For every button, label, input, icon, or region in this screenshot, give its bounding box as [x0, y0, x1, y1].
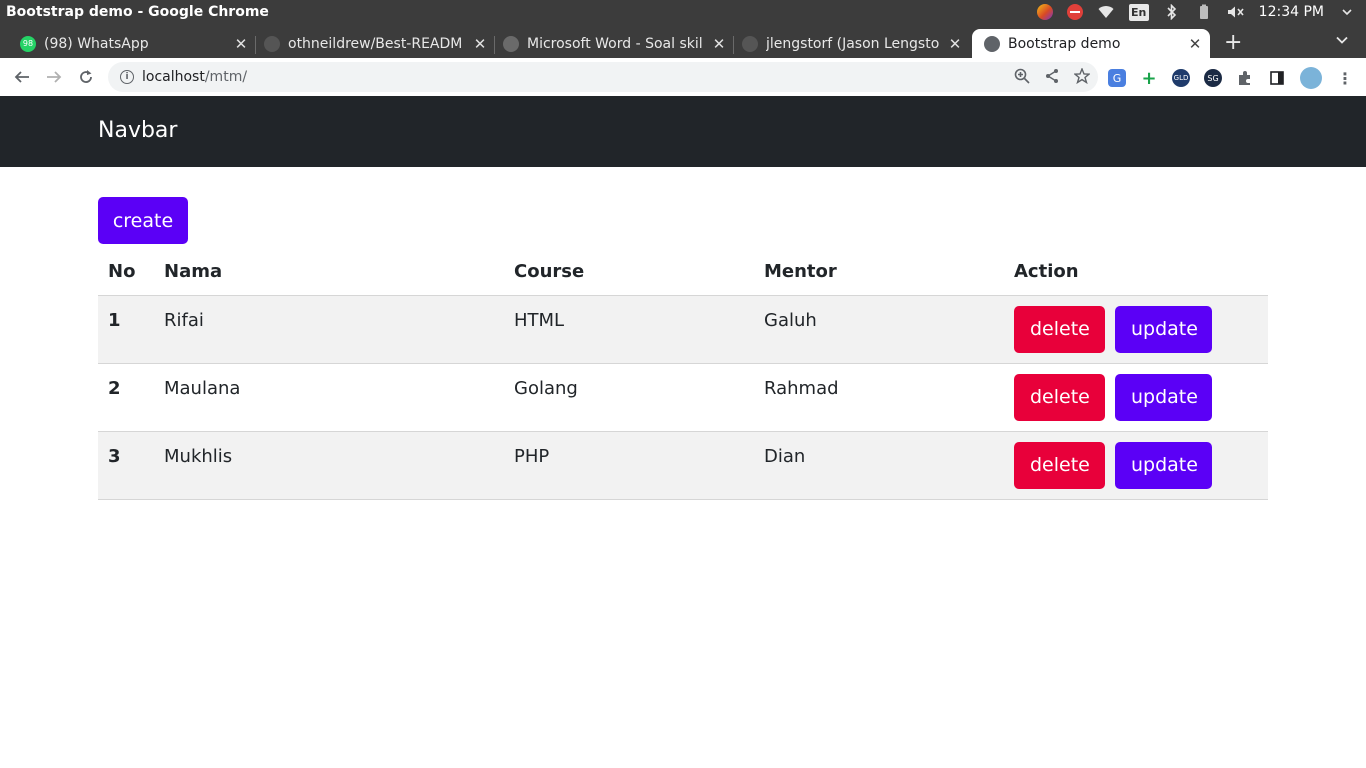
tab-whatsapp[interactable]: 98 (98) WhatsApp ✕: [20, 29, 250, 58]
chrome-menu-icon[interactable]: ⋮: [1336, 69, 1354, 88]
os-top-bar: Bootstrap demo - Google Chrome En 12:34 …: [0, 0, 1366, 24]
page-content: Navbar create No Nama Course Mentor Acti…: [0, 96, 1366, 768]
battery-icon[interactable]: [1195, 4, 1213, 20]
cell-course: Golang: [504, 363, 754, 432]
tab-best-readme[interactable]: othneildrew/Best-READM ✕: [264, 29, 489, 58]
side-panel-icon[interactable]: [1268, 69, 1286, 87]
share-icon[interactable]: [1044, 68, 1060, 88]
cell-mentor: Dian: [754, 431, 1004, 500]
cell-mentor: Rahmad: [754, 363, 1004, 432]
bluetooth-icon[interactable]: [1163, 4, 1181, 20]
cell-mentor: Galuh: [754, 295, 1004, 364]
close-tab-icon[interactable]: ✕: [946, 35, 964, 53]
system-tray: En 12:34 PM: [1036, 0, 1366, 24]
column-header-course: Course: [504, 248, 754, 296]
create-button[interactable]: create: [98, 197, 188, 244]
translate-icon[interactable]: G: [1108, 69, 1126, 87]
github-icon: [742, 35, 758, 52]
url-host: localhost: [142, 69, 205, 85]
power-menu-chevron-icon[interactable]: [1338, 4, 1356, 20]
cell-no: 1: [98, 295, 154, 364]
table-row: 2 Maulana Golang Rahmad delete update: [98, 363, 1268, 432]
close-tab-icon[interactable]: ✕: [232, 35, 250, 53]
tab-separator: [733, 36, 734, 54]
extensions-area: G + GLD SG ⋮: [1108, 67, 1354, 89]
delete-button[interactable]: delete: [1014, 373, 1105, 421]
tab-label: Microsoft Word - Soal skil: [527, 35, 703, 52]
tab-search-chevron-icon[interactable]: [1336, 32, 1348, 48]
close-tab-icon[interactable]: ✕: [710, 35, 728, 53]
tab-label: jlengstorf (Jason Lengsto: [766, 35, 940, 52]
update-button[interactable]: update: [1115, 305, 1212, 353]
navbar-brand[interactable]: Navbar: [98, 118, 177, 143]
update-button[interactable]: update: [1115, 441, 1212, 489]
puzzle-extensions-icon[interactable]: [1236, 69, 1254, 87]
cell-action: delete update: [1004, 431, 1268, 500]
close-tab-icon[interactable]: ✕: [1186, 35, 1204, 53]
cell-nama: Rifai: [154, 295, 504, 364]
github-icon: [264, 35, 280, 52]
update-button[interactable]: update: [1115, 373, 1212, 421]
extension-icon[interactable]: GLD: [1172, 69, 1190, 87]
table-row: 3 Mukhlis PHP Dian delete update: [98, 431, 1268, 500]
extension-sg-icon[interactable]: SG: [1204, 69, 1222, 87]
tab-label: (98) WhatsApp: [44, 35, 149, 52]
add-extension-icon[interactable]: +: [1140, 68, 1158, 89]
cell-no: 2: [98, 363, 154, 432]
forward-arrow-icon[interactable]: [43, 66, 65, 88]
cell-action: delete update: [1004, 295, 1268, 364]
course-table: No Nama Course Mentor Action 1 Rifai HTM…: [98, 248, 1268, 500]
window-title: Bootstrap demo - Google Chrome: [6, 4, 269, 20]
bookmark-star-icon[interactable]: [1073, 67, 1091, 88]
address-bar[interactable]: i localhost/mtm/: [108, 62, 1098, 92]
table-row: 1 Rifai HTML Galuh delete update: [98, 295, 1268, 364]
cell-action: delete update: [1004, 363, 1268, 432]
delete-button[interactable]: delete: [1014, 305, 1105, 353]
column-header-mentor: Mentor: [754, 248, 1004, 296]
tab-separator: [494, 36, 495, 54]
globe-icon: [984, 35, 1000, 52]
cell-course: HTML: [504, 295, 754, 364]
browser-toolbar: i localhost/mtm/ G + GLD SG ⋮: [0, 58, 1366, 96]
tab-label: othneildrew/Best-READM: [288, 35, 463, 52]
column-header-action: Action: [1004, 248, 1268, 296]
whatsapp-icon: 98: [20, 35, 36, 52]
new-tab-button[interactable]: +: [1224, 30, 1242, 55]
tab-strip: 98 (98) WhatsApp ✕ othneildrew/Best-READ…: [0, 24, 1366, 58]
app-indicator-icon[interactable]: [1036, 4, 1053, 20]
cell-course: PHP: [504, 431, 754, 500]
tab-microsoft-word[interactable]: Microsoft Word - Soal skil ✕: [503, 29, 728, 58]
volume-muted-icon[interactable]: [1227, 4, 1245, 20]
back-arrow-icon[interactable]: [11, 66, 33, 88]
tab-label: Bootstrap demo: [1008, 35, 1121, 52]
close-tab-icon[interactable]: ✕: [471, 35, 489, 53]
cell-nama: Mukhlis: [154, 431, 504, 500]
cell-no: 3: [98, 431, 154, 500]
profile-avatar[interactable]: [1300, 67, 1322, 89]
zoom-icon[interactable]: [1014, 68, 1030, 88]
tab-jlengstorf[interactable]: jlengstorf (Jason Lengsto ✕: [742, 29, 964, 58]
clock[interactable]: 12:34 PM: [1259, 4, 1324, 20]
column-header-no: No: [98, 248, 154, 296]
site-info-icon[interactable]: i: [120, 70, 134, 84]
language-indicator[interactable]: En: [1128, 3, 1149, 21]
column-header-nama: Nama: [154, 248, 504, 296]
tab-separator: [255, 36, 256, 54]
table-header-row: No Nama Course Mentor Action: [98, 248, 1268, 296]
reload-icon[interactable]: [75, 66, 97, 88]
url-path: /mtm/: [204, 69, 248, 85]
navbar: Navbar: [0, 96, 1366, 167]
wifi-icon[interactable]: [1097, 4, 1115, 20]
delete-button[interactable]: delete: [1014, 441, 1105, 489]
do-not-disturb-icon[interactable]: [1066, 4, 1083, 20]
cell-nama: Maulana: [154, 363, 504, 432]
globe-icon: [503, 35, 519, 52]
tab-bootstrap-demo[interactable]: Bootstrap demo ✕: [972, 29, 1210, 58]
